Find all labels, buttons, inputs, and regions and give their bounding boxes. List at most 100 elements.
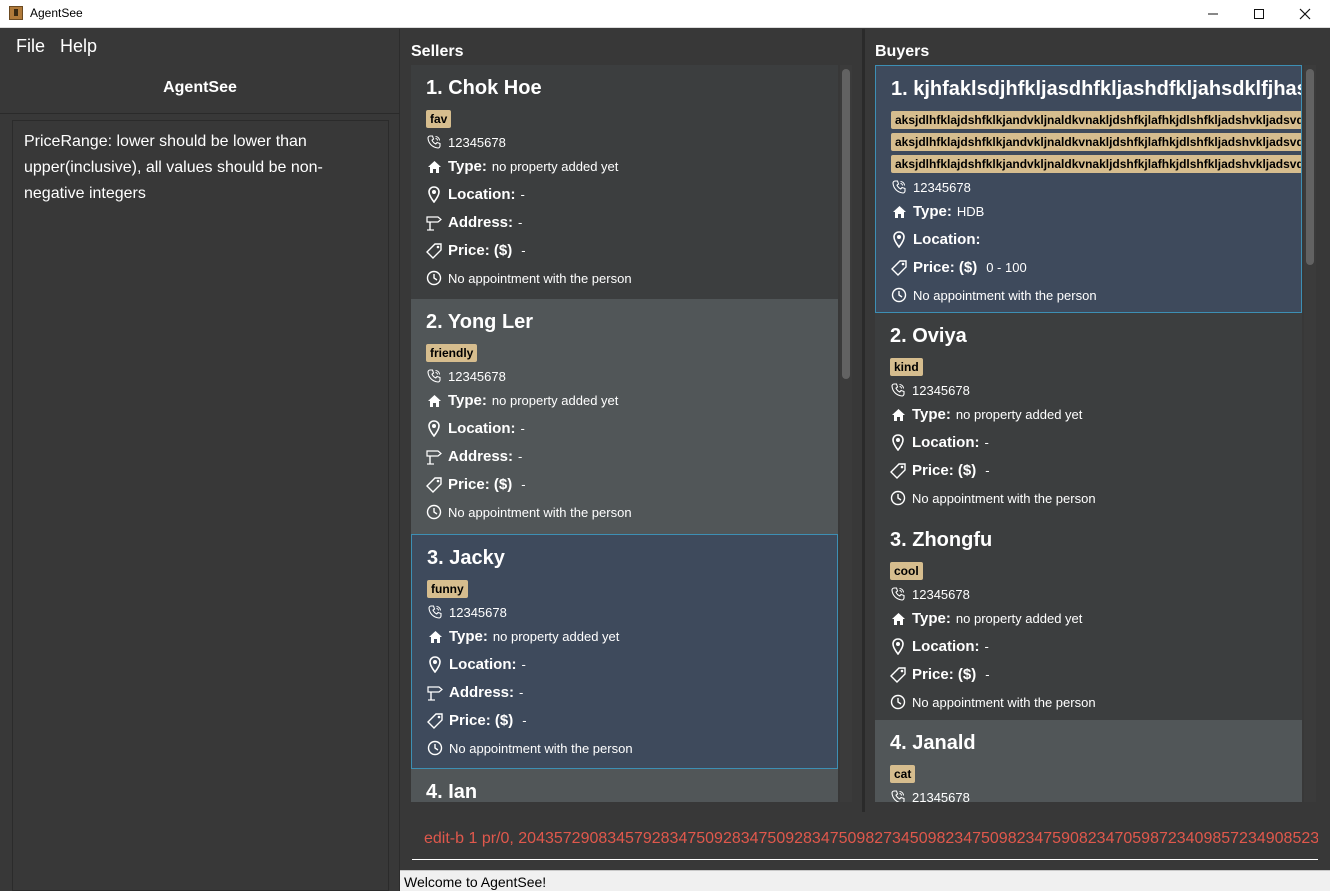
address-row: Address: - (427, 684, 523, 701)
location-value: - (520, 187, 525, 202)
maximize-icon (1254, 9, 1264, 19)
buyers-scroll-thumb[interactable] (1306, 69, 1314, 265)
price-value: 0 - 100 (986, 260, 1027, 275)
home-icon (426, 159, 442, 175)
phone-row: 12345678 (426, 134, 506, 150)
appointment-value: No appointment with the person (448, 504, 632, 520)
phone-icon (891, 179, 907, 195)
location-label: Location: (448, 420, 516, 437)
appointment-row: No appointment with the person (426, 270, 632, 286)
person-card[interactable]: 3. Zhongfu cool 12345678 Type: no property a… (875, 517, 1302, 720)
location-label: Location: (912, 638, 980, 655)
maximize-button[interactable] (1236, 0, 1282, 28)
tag-row: aksjdlhfklajdshfklkjandvkljnaldkvnakljds… (891, 109, 1301, 129)
person-card[interactable]: 2. Oviya kind 12345678 Type: no property add… (875, 313, 1302, 517)
price-label: Price: ($) (912, 462, 977, 479)
tag-badge: aksjdlhfklajdshfklkjandvkljnaldkvnakljds… (891, 111, 1301, 129)
map-pin-icon (891, 231, 907, 248)
address-label: Address: (449, 684, 515, 701)
tag-row: aksjdlhfklajdshfklkjandvkljnaldkvnakljds… (891, 131, 1301, 151)
sellers-list[interactable]: 1. Chok Hoe fav 12345678 Type: no property a… (411, 65, 838, 802)
person-card[interactable]: 4. Janald cat 21345678 (875, 720, 1302, 802)
buyers-list[interactable]: 1. kjhfaklsdjhfkljasdhfkljashdfkljahsdkl… (875, 65, 1302, 802)
type-label: Type: (448, 392, 487, 409)
phone-value: 12345678 (912, 382, 970, 398)
price-tag-icon (891, 259, 907, 276)
phone-icon (426, 368, 442, 384)
app-logo-icon (9, 6, 23, 20)
price-tag-icon (426, 476, 442, 493)
person-card[interactable]: 2. Yong Ler friendly 12345678 Type: no prope… (411, 299, 838, 534)
address-label: Address: (448, 214, 514, 231)
person-name: 2. Yong Ler (426, 311, 534, 333)
buyers-heading: Buyers (875, 43, 930, 60)
command-area: edit-b 1 pr/0, 2043572908345792834750928… (400, 812, 1330, 870)
price-label: Price: ($) (913, 259, 978, 276)
appointment-row: No appointment with the person (426, 504, 632, 520)
tag-badge: friendly (426, 344, 478, 362)
clock-icon (427, 740, 443, 756)
split-pane-divider[interactable] (862, 29, 865, 812)
person-card[interactable]: 4. Ian (411, 769, 838, 802)
person-name: 1. kjhfaklsdjhfkljasdhfkljashdfkljahsdkl… (891, 78, 1302, 100)
person-name: 2. Oviya (890, 325, 967, 347)
appointment-value: No appointment with the person (913, 287, 1097, 303)
price-row: Price: ($) - (426, 476, 526, 493)
minimize-button[interactable] (1190, 0, 1236, 28)
sellers-scrollbar[interactable] (840, 65, 852, 802)
command-input[interactable]: edit-b 1 pr/0, 2043572908345792834750928… (412, 812, 1318, 860)
price-value: - (985, 463, 990, 478)
price-label: Price: ($) (448, 476, 513, 493)
home-icon (426, 393, 442, 409)
tag-badge: fav (426, 110, 452, 128)
address-value: - (518, 449, 523, 464)
person-name: 4. Ian (426, 781, 478, 802)
price-tag-icon (426, 242, 442, 259)
map-pin-icon (427, 656, 443, 673)
type-value: no property added yet (491, 393, 619, 408)
price-label: Price: ($) (912, 666, 977, 683)
person-name: 1. Chok Hoe (426, 77, 542, 99)
signpost-icon (426, 449, 442, 465)
clock-icon (890, 694, 906, 710)
phone-icon (427, 604, 443, 620)
tag-badge: kind (890, 358, 923, 376)
result-display[interactable]: PriceRange: lower should be lower than u… (12, 120, 389, 891)
phone-value: 12345678 (912, 586, 970, 602)
location-value: - (984, 435, 989, 450)
address-row: Address: - (426, 448, 522, 465)
price-value: - (985, 667, 990, 682)
type-label: Type: (449, 628, 488, 645)
price-label: Price: ($) (449, 712, 514, 729)
price-label: Price: ($) (448, 242, 513, 259)
phone-icon (890, 382, 906, 398)
sellers-scroll-thumb[interactable] (842, 69, 850, 379)
person-card[interactable]: 1. Chok Hoe fav 12345678 Type: no property a… (411, 65, 838, 299)
location-label: Location: (912, 434, 980, 451)
person-card[interactable]: 3. Jacky funny 12345678 Type: no property ad… (411, 534, 838, 769)
type-row: Type: no property added yet (890, 610, 1082, 627)
tag-badge: funny (427, 580, 468, 598)
clock-icon (426, 504, 442, 520)
location-row: Location: - (890, 434, 989, 451)
left-panel: File Help AgentSee PriceRange: lower sho… (0, 29, 400, 891)
sellers-heading: Sellers (411, 43, 464, 60)
phone-icon (426, 134, 442, 150)
menu-file[interactable]: File (16, 36, 45, 57)
person-card[interactable]: 1. kjhfaklsdjhfkljasdhfkljashdfkljahsdkl… (875, 65, 1302, 313)
phone-row: 12345678 (890, 586, 970, 602)
home-icon (891, 204, 907, 220)
price-value: - (521, 477, 526, 492)
location-row: Location: - (427, 656, 526, 673)
appointment-row: No appointment with the person (890, 694, 1096, 710)
signpost-icon (426, 215, 442, 231)
divider (0, 113, 400, 114)
location-label: Location: (448, 186, 516, 203)
buyers-scrollbar[interactable] (1304, 65, 1316, 802)
type-row: Type: no property added yet (426, 392, 618, 409)
appointment-row: No appointment with the person (890, 490, 1096, 506)
close-button[interactable] (1282, 0, 1328, 28)
person-name: 4. Janald (890, 732, 976, 754)
clock-icon (890, 490, 906, 506)
menu-help[interactable]: Help (60, 36, 97, 57)
